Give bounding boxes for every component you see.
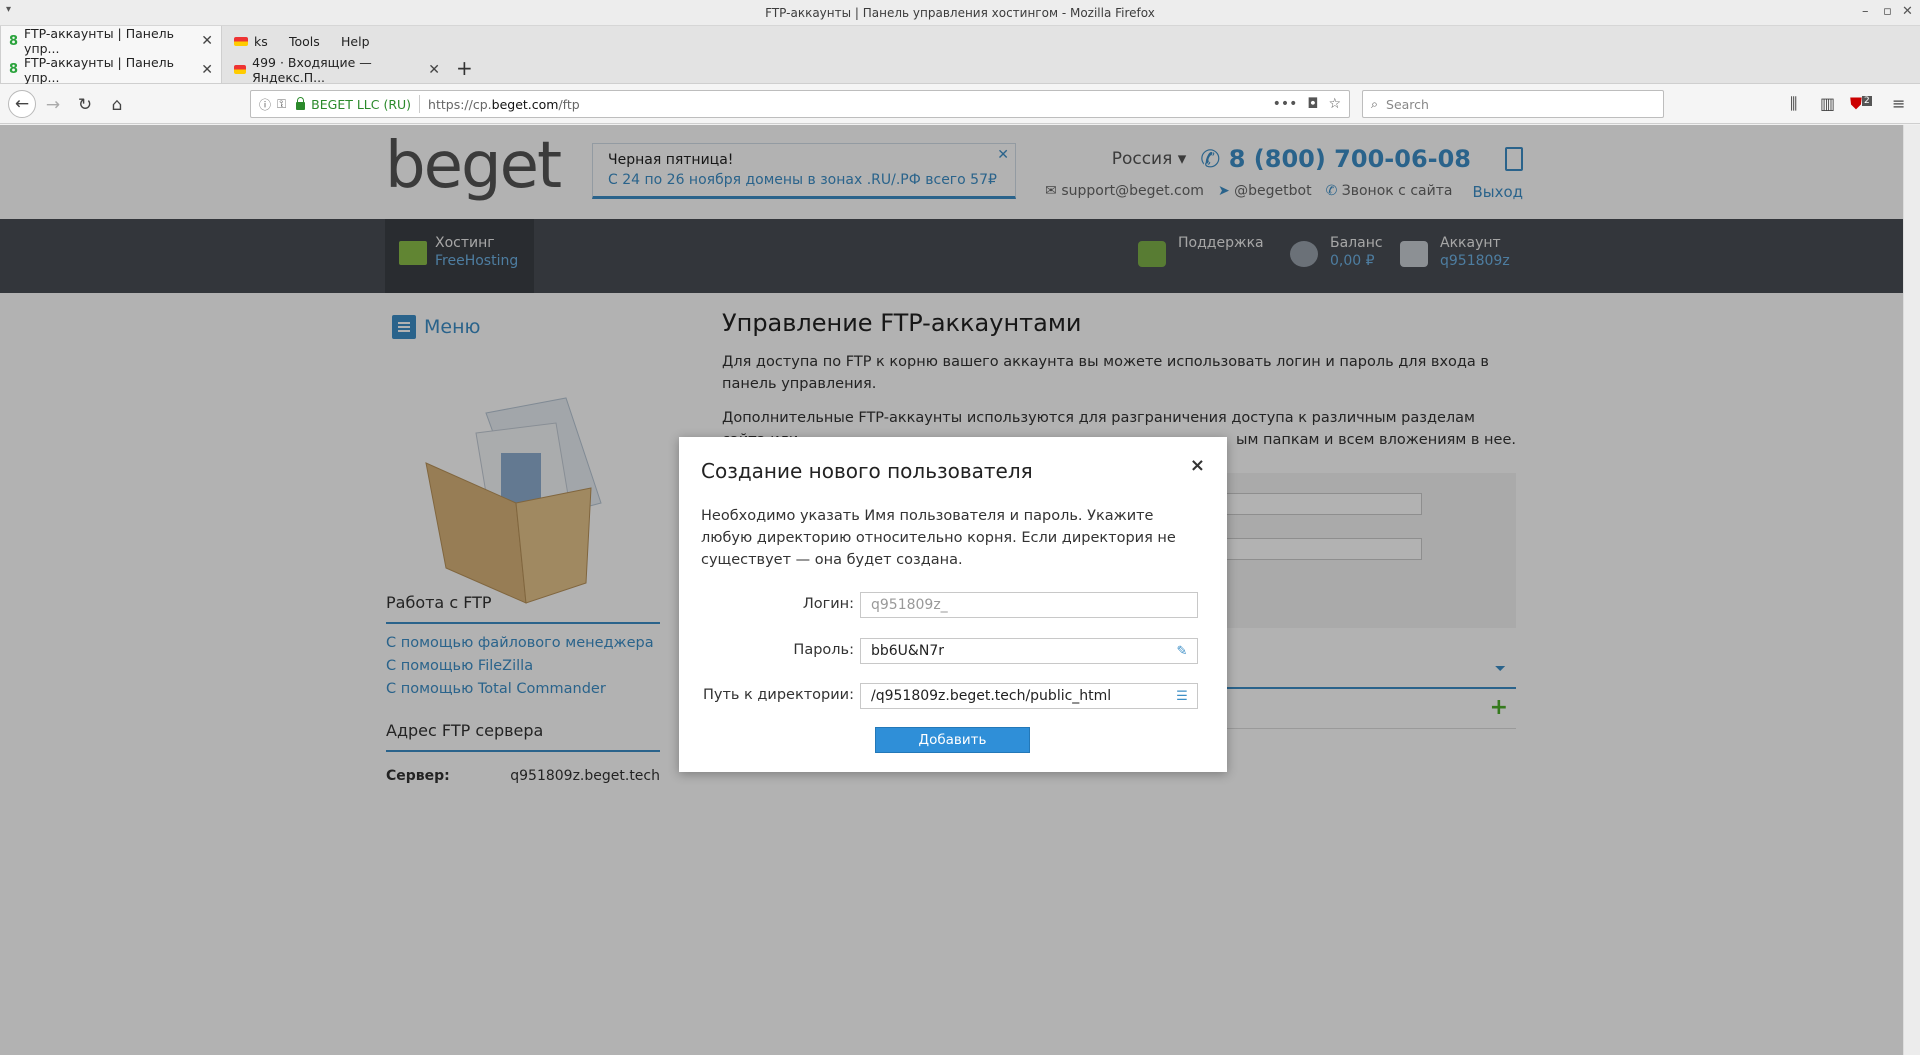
sidebar-toggle-icon[interactable]: ▥ bbox=[1820, 94, 1835, 113]
browse-directory-list-icon[interactable]: ☰ bbox=[1172, 687, 1192, 705]
yandex-mail-icon bbox=[234, 65, 247, 74]
tab-row-2: 8 FTP-аккаунты | Панель упр... ✕ 499 · В… bbox=[0, 54, 1920, 85]
menu-help[interactable]: Help bbox=[341, 26, 370, 56]
login-row: Логин: bbox=[679, 592, 1227, 618]
url-actions: ••• ◘ ☆ bbox=[1273, 96, 1341, 112]
tab-label: FTP-аккаунты | Панель упр... bbox=[24, 26, 175, 56]
tab-ftp-accounts[interactable]: 8 FTP-аккаунты | Панель упр... ✕ bbox=[0, 26, 222, 56]
dialog-title: Создание нового пользователя bbox=[701, 459, 1033, 483]
tab-label: 499 · Входящие — Яндекс.П... bbox=[252, 54, 372, 85]
yandex-mail-icon bbox=[234, 36, 248, 46]
path-input[interactable] bbox=[860, 683, 1198, 709]
path-label: Путь к директории: bbox=[702, 687, 854, 703]
minimize-icon[interactable]: – bbox=[1862, 4, 1869, 19]
search-placeholder: Search bbox=[1386, 96, 1429, 112]
tab-yandex-mail[interactable]: 499 · Входящие — Яндекс.П... ✕ bbox=[226, 54, 448, 85]
create-user-dialog: Создание нового пользователя × Необходим… bbox=[679, 437, 1227, 772]
home-icon[interactable]: ⌂ bbox=[104, 92, 130, 118]
login-input[interactable] bbox=[860, 592, 1198, 618]
url-bar[interactable]: ⓘ ⚿ BEGET LLC (RU) https://cp.beget.com/… bbox=[250, 90, 1350, 118]
window-title: FTP-аккаунты | Панель управления хостинг… bbox=[765, 6, 1155, 20]
close-window-icon[interactable]: ✕ bbox=[1902, 4, 1913, 19]
add-button[interactable]: Добавить bbox=[875, 727, 1030, 753]
dialog-close-icon[interactable]: × bbox=[1190, 455, 1205, 476]
hamburger-menu-icon[interactable]: ≡ bbox=[1892, 94, 1905, 113]
url-separator bbox=[419, 95, 421, 113]
maximize-icon[interactable]: ▫ bbox=[1883, 4, 1892, 19]
identity-label: BEGET LLC (RU) bbox=[311, 96, 412, 112]
dialog-description: Необходимо указать Имя пользователя и па… bbox=[701, 508, 1176, 568]
pocket-icon[interactable]: ◘ bbox=[1307, 96, 1318, 112]
forward-icon[interactable]: → bbox=[40, 92, 66, 118]
bookmark-star-icon[interactable]: ☆ bbox=[1328, 96, 1341, 112]
page-scrollbar[interactable] bbox=[1903, 125, 1920, 1055]
tab-label: FTP-аккаунты | Панель упр... bbox=[24, 54, 175, 85]
window-titlebar: ▾ FTP-аккаунты | Панель управления хости… bbox=[0, 0, 1920, 26]
menu-ks[interactable]: ks bbox=[234, 26, 268, 56]
search-icon: ⌕ bbox=[1371, 96, 1379, 111]
password-row: Пароль: ✎ bbox=[679, 638, 1227, 664]
library-icon[interactable]: ⫼ bbox=[1790, 94, 1797, 114]
ublock-icon[interactable]: ⛊ 2 bbox=[1850, 94, 1872, 114]
key-icon: ⚿ bbox=[277, 96, 287, 111]
info-icon[interactable]: ⓘ bbox=[259, 96, 271, 113]
menu-ks-label: ks bbox=[254, 33, 268, 49]
tab-close-icon[interactable]: ✕ bbox=[201, 33, 213, 49]
search-input[interactable]: ⌕ Search bbox=[1362, 90, 1664, 118]
reload-icon[interactable]: ↻ bbox=[72, 92, 98, 118]
page-actions-icon[interactable]: ••• bbox=[1273, 96, 1298, 112]
back-icon[interactable]: ← bbox=[8, 90, 36, 118]
lock-icon bbox=[296, 96, 306, 110]
ublock-badge: 2 bbox=[1862, 95, 1872, 106]
url-host: beget.com bbox=[491, 96, 559, 112]
url-prefix: https://cp. bbox=[428, 96, 492, 112]
tab-close-icon[interactable]: ✕ bbox=[201, 62, 213, 78]
tab-close-icon[interactable]: ✕ bbox=[428, 62, 440, 78]
password-input[interactable] bbox=[860, 638, 1198, 664]
generate-password-wand-icon[interactable]: ✎ bbox=[1172, 642, 1192, 660]
new-tab-icon[interactable]: + bbox=[456, 56, 473, 80]
url-path: /ftp bbox=[558, 96, 580, 112]
login-label: Логин: bbox=[802, 596, 854, 612]
beget-favicon-icon: 8 bbox=[9, 62, 19, 77]
nav-toolbar: ← → ↻ ⌂ ⓘ ⚿ BEGET LLC (RU) https://cp.be… bbox=[0, 84, 1920, 124]
beget-favicon-icon: 8 bbox=[9, 33, 19, 49]
menu-tools[interactable]: Tools bbox=[289, 26, 320, 56]
site-identity[interactable]: BEGET LLC (RU) bbox=[296, 96, 412, 112]
path-row: Путь к директории: ☰ bbox=[679, 683, 1227, 709]
password-label: Пароль: bbox=[793, 642, 854, 658]
tab-ftp-accounts-2[interactable]: 8 FTP-аккаунты | Панель упр... ✕ bbox=[0, 54, 222, 85]
tab-row-1: 8 FTP-аккаунты | Панель упр... ✕ ks Tool… bbox=[0, 26, 1920, 56]
url-text[interactable]: https://cp.beget.com/ftp bbox=[428, 97, 580, 112]
